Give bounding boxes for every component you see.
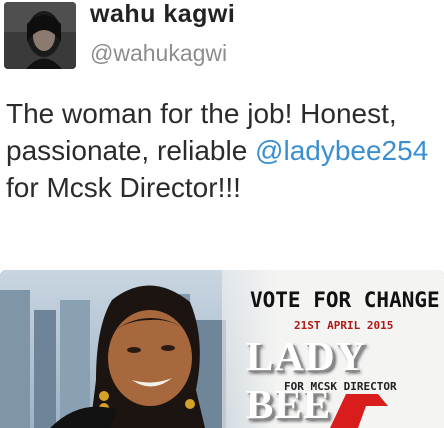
avatar-image [4,2,76,69]
display-name[interactable]: wahu kagwi [90,0,235,29]
user-avatar[interactable] [4,2,76,69]
tweet-header: wahu kagwi @wahukagwi [0,0,444,80]
tweet-text: The woman for the job! Honest, passionat… [6,95,440,206]
poster-role: FOR MCSK DIRECTOR [284,380,397,393]
poster-date: 21ST APRIL 2015 [294,319,394,332]
poster-text-panel: VOTE FOR CHANGE 21ST APRIL 2015 LADY BEE… [224,270,444,428]
poster-headline: VOTE FOR CHANGE [250,288,440,312]
tweet-media-image[interactable]: VOTE FOR CHANGE 21ST APRIL 2015 LADY BEE… [0,270,444,428]
mention-link[interactable]: @ladybee254 [255,135,428,166]
user-handle[interactable]: @wahukagwi [90,40,227,67]
